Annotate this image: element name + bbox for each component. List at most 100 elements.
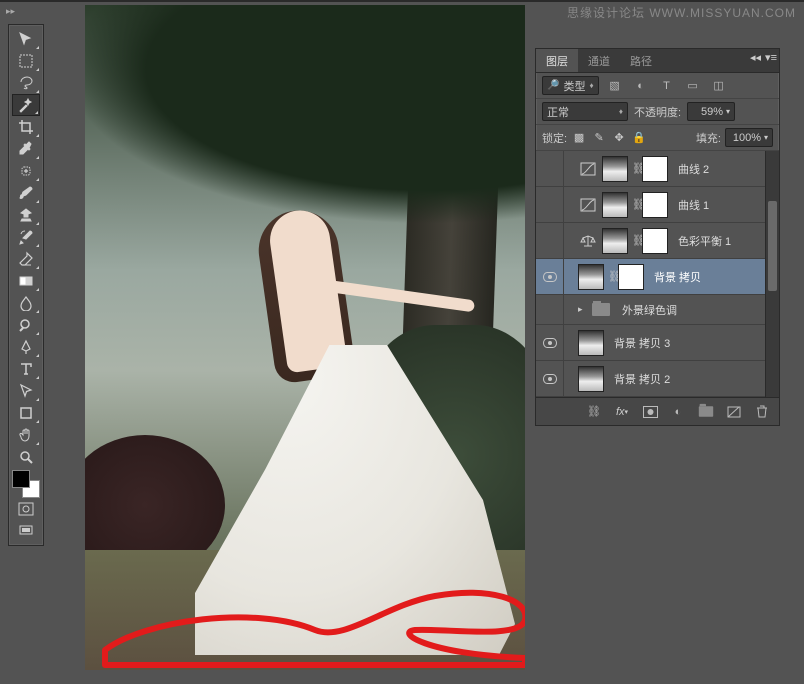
layer-thumb[interactable] bbox=[578, 366, 604, 392]
visibility-toggle[interactable] bbox=[536, 295, 564, 324]
screenmode-toggle[interactable] bbox=[12, 520, 40, 542]
delete-layer-icon[interactable] bbox=[753, 403, 771, 421]
lock-position-icon[interactable]: ✥ bbox=[611, 130, 627, 146]
opacity-input[interactable]: 59%▾ bbox=[687, 102, 735, 121]
toolbar-tab-strip: ▸▸ bbox=[0, 0, 18, 22]
visibility-toggle[interactable] bbox=[536, 223, 564, 258]
layer-name[interactable]: 曲线 1 bbox=[678, 197, 709, 213]
color-swatch[interactable] bbox=[12, 470, 40, 498]
add-mask-icon[interactable] bbox=[641, 403, 659, 421]
lock-transparent-icon[interactable]: ▩ bbox=[571, 130, 587, 146]
layer-row[interactable]: 背景 拷贝 2 bbox=[536, 361, 779, 397]
filter-shape-icon[interactable]: ▭ bbox=[683, 77, 703, 95]
layer-row[interactable]: ▸ 外景绿色调 bbox=[536, 295, 779, 325]
new-layer-icon[interactable] bbox=[725, 403, 743, 421]
filter-pixel-icon[interactable]: ▧ bbox=[605, 77, 625, 95]
blend-mode-select[interactable]: 正常♦ bbox=[542, 102, 628, 121]
visibility-toggle[interactable] bbox=[536, 361, 564, 396]
watermark-text: 思缘设计论坛 WWW.MISSYUAN.COM bbox=[567, 4, 796, 21]
visibility-toggle[interactable] bbox=[536, 187, 564, 222]
new-adjustment-icon[interactable]: ◐ bbox=[669, 403, 687, 421]
mask-link-icon[interactable]: ⛓ bbox=[608, 270, 618, 283]
dodge-tool[interactable] bbox=[12, 314, 40, 336]
shape-tool[interactable] bbox=[12, 402, 40, 424]
fill-input[interactable]: 100%▾ bbox=[725, 128, 773, 147]
lock-paint-icon[interactable]: ✎ bbox=[591, 130, 607, 146]
filter-type-icon[interactable]: T bbox=[657, 77, 677, 95]
layer-fx-icon[interactable]: fx▾ bbox=[613, 403, 631, 421]
new-group-icon[interactable] bbox=[697, 403, 715, 421]
layers-panel-footer: ⛓ fx▾ ◐ bbox=[536, 397, 779, 425]
path-selection-tool[interactable] bbox=[12, 380, 40, 402]
layer-name[interactable]: 背景 拷贝 2 bbox=[614, 371, 670, 387]
document-canvas[interactable] bbox=[85, 5, 525, 670]
layer-row[interactable]: ⛓ 曲线 1 bbox=[536, 187, 779, 223]
quickmask-toggle[interactable] bbox=[12, 498, 40, 520]
lock-all-icon[interactable]: 🔒 bbox=[631, 130, 647, 146]
curves-icon bbox=[578, 160, 598, 178]
filter-smart-icon[interactable]: ◫ bbox=[709, 77, 729, 95]
gradient-tool[interactable] bbox=[12, 270, 40, 292]
layer-name[interactable]: 曲线 2 bbox=[678, 161, 709, 177]
panel-collapse-icon[interactable]: ◂◂ bbox=[750, 51, 761, 64]
visibility-toggle[interactable] bbox=[536, 151, 564, 186]
visibility-toggle[interactable] bbox=[536, 259, 564, 294]
blur-tool[interactable] bbox=[12, 292, 40, 314]
visibility-toggle[interactable] bbox=[536, 325, 564, 360]
layer-row[interactable]: ⛓ 背景 拷贝 bbox=[536, 259, 779, 295]
tab-paths[interactable]: 路径 bbox=[620, 49, 662, 72]
layer-filter-kind[interactable]: 🔎 类型 ♦ bbox=[542, 76, 599, 95]
layers-panel: 图层 通道 路径 ◂◂ ▾≡ 🔎 类型 ♦ ▧ ◐ T ▭ ◫ 正常♦ 不透明度… bbox=[535, 48, 780, 426]
mask-thumb[interactable] bbox=[642, 228, 668, 254]
adjustment-thumb bbox=[602, 192, 628, 218]
crop-tool[interactable] bbox=[12, 116, 40, 138]
eyedropper-tool[interactable] bbox=[12, 138, 40, 160]
pen-tool[interactable] bbox=[12, 336, 40, 358]
eye-icon bbox=[543, 374, 557, 384]
group-disclosure-icon[interactable]: ▸ bbox=[578, 304, 590, 315]
mask-link-icon[interactable]: ⛓ bbox=[632, 162, 642, 175]
mask-link-icon[interactable]: ⛓ bbox=[632, 198, 642, 211]
layer-row[interactable]: ⛓ 曲线 2 bbox=[536, 151, 779, 187]
layer-thumb[interactable] bbox=[578, 330, 604, 356]
hand-tool[interactable] bbox=[12, 424, 40, 446]
move-tool[interactable] bbox=[12, 28, 40, 50]
panel-menu-icon[interactable]: ▾≡ bbox=[765, 51, 777, 64]
mask-thumb[interactable] bbox=[642, 156, 668, 182]
layer-thumb[interactable] bbox=[578, 264, 604, 290]
clone-stamp-tool[interactable] bbox=[12, 204, 40, 226]
layer-name[interactable]: 外景绿色调 bbox=[622, 302, 677, 318]
eye-icon bbox=[543, 338, 557, 348]
layer-name[interactable]: 背景 拷贝 3 bbox=[614, 335, 670, 351]
photo-content bbox=[85, 5, 525, 670]
curves-icon bbox=[578, 196, 598, 214]
layer-name[interactable]: 色彩平衡 1 bbox=[678, 233, 731, 249]
eraser-tool[interactable] bbox=[12, 248, 40, 270]
layer-row[interactable]: ⛓ 色彩平衡 1 bbox=[536, 223, 779, 259]
mask-link-icon[interactable]: ⛓ bbox=[632, 234, 642, 247]
link-layers-icon[interactable]: ⛓ bbox=[585, 403, 603, 421]
marquee-tool[interactable] bbox=[12, 50, 40, 72]
opacity-label: 不透明度: bbox=[634, 104, 681, 120]
red-annotation bbox=[85, 510, 525, 670]
brush-tool[interactable] bbox=[12, 182, 40, 204]
tab-layers[interactable]: 图层 bbox=[536, 49, 578, 72]
mask-thumb[interactable] bbox=[618, 264, 644, 290]
filter-adjust-icon[interactable]: ◐ bbox=[631, 77, 651, 95]
adjustment-thumb bbox=[602, 228, 628, 254]
lock-label: 锁定: bbox=[542, 130, 567, 146]
zoom-tool[interactable] bbox=[12, 446, 40, 468]
type-tool[interactable] bbox=[12, 358, 40, 380]
lasso-tool[interactable] bbox=[12, 72, 40, 94]
toolbar-collapse-chevrons-icon[interactable]: ▸▸ bbox=[6, 6, 15, 17]
layers-scrollbar[interactable] bbox=[765, 151, 779, 397]
layer-row[interactable]: 背景 拷贝 3 bbox=[536, 325, 779, 361]
layer-list: ⛓ 曲线 2 ⛓ 曲线 1 ⛓ 色彩平衡 1 ⛓ 背景 拷贝 ▸ 外景绿色调背景 拷贝 3 背景 拷… bbox=[536, 151, 779, 397]
healing-brush-tool[interactable] bbox=[12, 160, 40, 182]
tab-channels[interactable]: 通道 bbox=[578, 49, 620, 72]
history-brush-tool[interactable] bbox=[12, 226, 40, 248]
magic-wand-tool[interactable] bbox=[12, 94, 40, 116]
mask-thumb[interactable] bbox=[642, 192, 668, 218]
eye-icon bbox=[543, 272, 557, 282]
layer-name[interactable]: 背景 拷贝 bbox=[654, 269, 701, 285]
